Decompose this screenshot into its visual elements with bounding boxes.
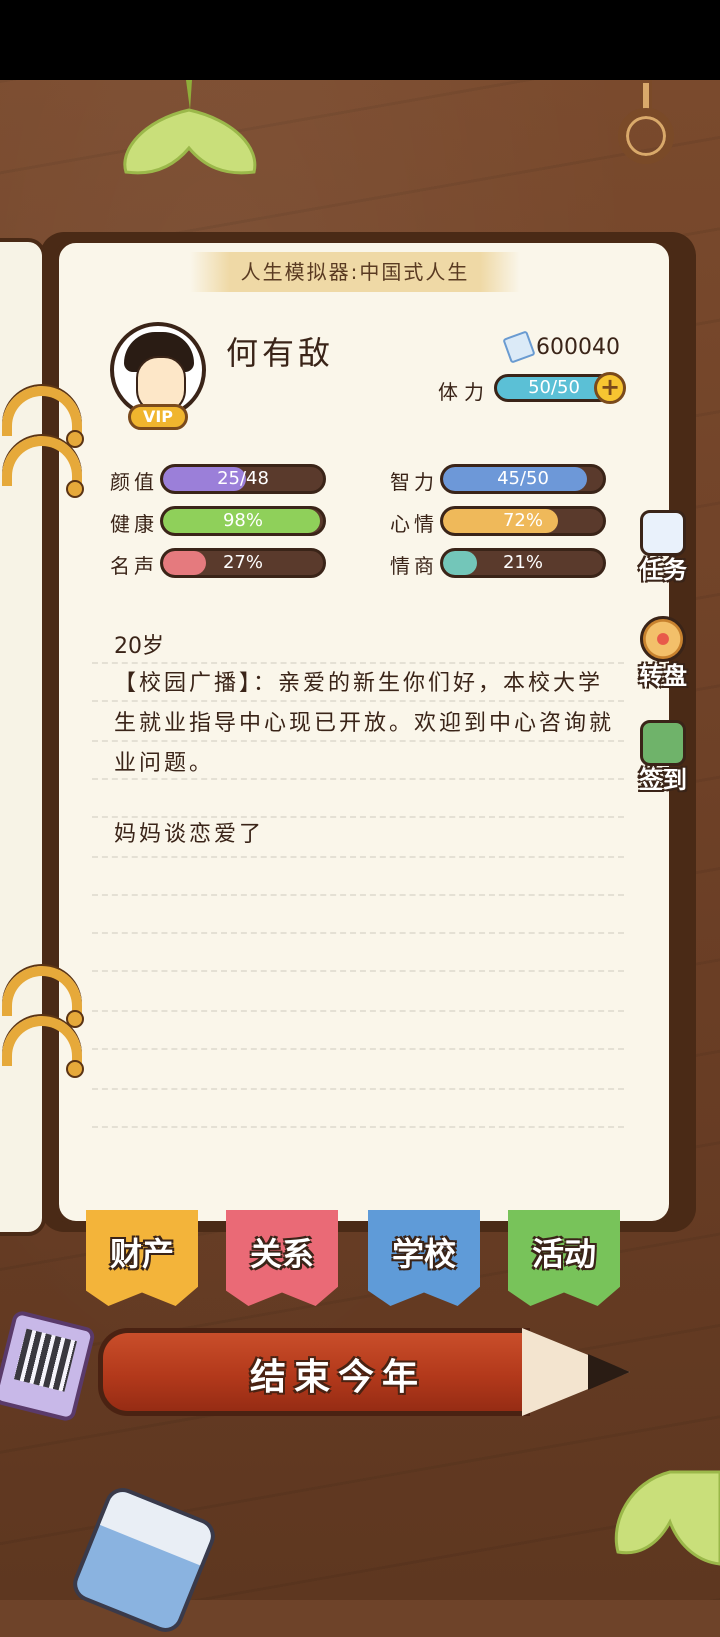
stat-bar: 27%: [160, 548, 326, 578]
stat-label: 心情: [390, 512, 438, 536]
add-stamina-button[interactable]: +: [594, 372, 626, 404]
stat-label: 名声: [110, 554, 158, 578]
tab-assets[interactable]: 财产: [86, 1210, 198, 1306]
checkin-button[interactable]: 签到: [628, 720, 698, 795]
ruled-line: [92, 1088, 624, 1090]
log-entry: 妈妈谈恋爱了: [114, 822, 265, 847]
tab-relations[interactable]: 关系: [226, 1210, 338, 1306]
ruled-line: [92, 856, 624, 858]
status-bar: [0, 0, 720, 80]
page-title: 人生模拟器:中国式人生: [190, 252, 520, 292]
money-value: 600040: [536, 334, 620, 360]
vip-badge[interactable]: VIP: [128, 404, 188, 430]
money-display: 600040: [502, 330, 620, 364]
ginkgo-leaf-decoration: [614, 1470, 720, 1566]
player-name: 何有敌: [226, 334, 335, 372]
ginkgo-leaf-decoration: [123, 80, 257, 175]
stat-label: 颜值: [110, 470, 158, 494]
stat-bar: 98%: [160, 506, 326, 536]
ruled-line: [92, 1010, 624, 1012]
tab-activities[interactable]: 活动: [508, 1210, 620, 1306]
ruled-line: [92, 894, 624, 896]
stat-bar: 25/48: [160, 464, 326, 494]
stamina-label: 体力: [438, 380, 490, 404]
wheel-button[interactable]: 转盘: [628, 616, 698, 691]
ticket-icon: [502, 330, 536, 364]
stat-label: 情商: [390, 554, 438, 578]
end-year-label: 结束今年: [250, 1357, 427, 1398]
ruled-line: [92, 970, 624, 972]
ruled-line: [92, 1126, 624, 1128]
hook-ring: [618, 108, 674, 164]
stat-label: 健康: [110, 512, 158, 536]
stat-bar: 72%: [440, 506, 606, 536]
stat-bar: 45/50: [440, 464, 606, 494]
qr-code-icon: [13, 1328, 77, 1392]
log-entry: 【校园广播】：亲爱的新生你们好，本校大学生就业指导中心现已开放。欢迎到中心咨询就…: [114, 671, 615, 776]
ruled-line: [92, 932, 624, 934]
age-label: 20岁: [114, 634, 164, 659]
task-button[interactable]: 任务: [628, 510, 698, 585]
ruled-line: [92, 1048, 624, 1050]
stat-label: 智力: [390, 470, 438, 494]
stat-bar: 21%: [440, 548, 606, 578]
tab-school[interactable]: 学校: [368, 1210, 480, 1306]
